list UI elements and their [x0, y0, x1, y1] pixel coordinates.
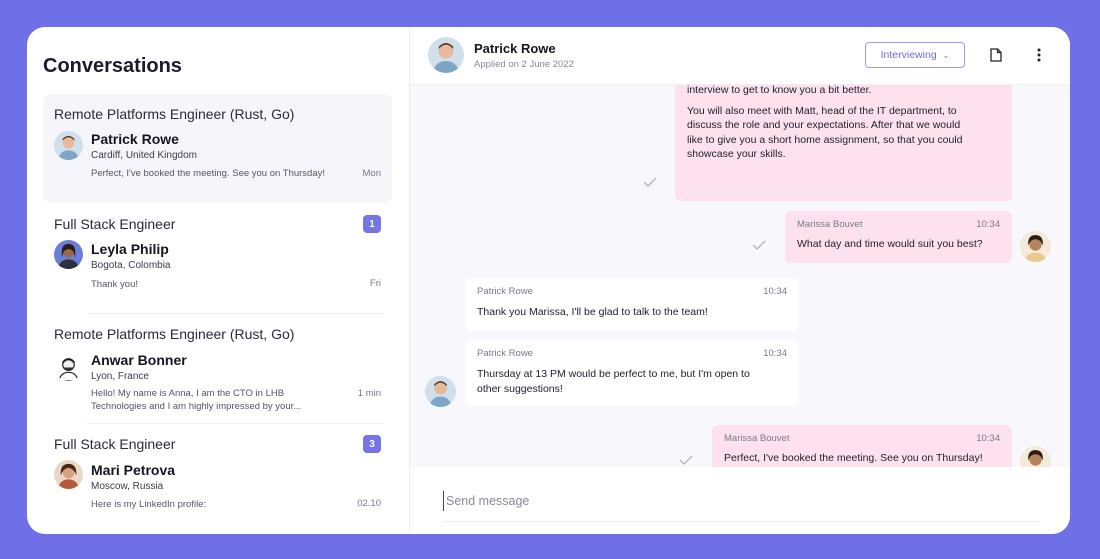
message-time: Mon — [362, 168, 381, 179]
message-bubble-incoming: Patrick Rowe 10:34 Thank you Marissa, I'… — [465, 278, 799, 331]
conversation-job-title: Remote Platforms Engineer (Rust, Go) — [54, 326, 295, 342]
status-dropdown-value: Interviewing — [880, 49, 937, 61]
check-icon — [679, 455, 693, 465]
chat-panel: Patrick Rowe Applied on 2 June 2022 Inte… — [410, 27, 1070, 534]
unread-badge: 1 — [363, 215, 381, 233]
divider — [87, 423, 384, 424]
avatar — [54, 131, 83, 160]
conversation-item[interactable]: Remote Platforms Engineer (Rust, Go) Anw… — [43, 317, 392, 421]
message-text-line: You will also meet with Matt, head of th… — [687, 104, 957, 117]
message-preview: Here is my LinkedIn profile: — [91, 499, 207, 510]
message-text: Perfect, I've booked the meeting. See yo… — [724, 452, 983, 464]
sidebar-title: Conversations — [43, 55, 182, 77]
divider — [443, 521, 1040, 522]
message-text-line: showcase your skills. — [687, 148, 786, 160]
avatar[interactable] — [428, 37, 464, 73]
message-text-line: Thursday at 13 PM would be perfect to me… — [477, 368, 750, 380]
message-composer — [410, 467, 1070, 534]
conversation-item[interactable]: Full Stack Engineer 1 Leyla Philip Bogot… — [43, 207, 392, 311]
message-text: What day and time would suit you best? — [797, 238, 983, 250]
more-vertical-icon[interactable] — [1029, 45, 1049, 65]
conversation-item[interactable]: Full Stack Engineer 3 Mari Petrova Mosco… — [43, 427, 392, 531]
sender-name: Patrick Rowe — [477, 286, 533, 297]
sender-name: Patrick Rowe — [477, 348, 533, 359]
message-text-line: discuss the role and your expectations. … — [687, 119, 961, 131]
message-preview: Thank you! — [91, 279, 138, 290]
contact-location: Bogota, Colombia — [91, 260, 171, 271]
message-time: 10:34 — [763, 286, 787, 297]
unread-badge: 3 — [363, 435, 381, 453]
chat-header: Patrick Rowe Applied on 2 June 2022 Inte… — [410, 27, 1070, 85]
avatar — [1020, 231, 1051, 262]
message-time: Fri — [369, 278, 381, 289]
contact-location: Moscow, Russia — [91, 481, 164, 492]
message-input[interactable] — [443, 491, 1033, 511]
contact-location: Cardiff, United Kingdom — [91, 150, 197, 161]
message-text-line: like to give you a short home assignment… — [687, 133, 963, 146]
sender-name: Marissa Bouvet — [797, 219, 863, 230]
check-icon — [643, 177, 657, 187]
message-bubble-incoming: Patrick Rowe 10:34 Thursday at 13 PM wou… — [465, 340, 799, 406]
message-time: 02.10 — [357, 498, 381, 509]
check-icon — [752, 240, 766, 250]
conversation-sidebar: Conversations Remote Platforms Engineer … — [27, 27, 410, 534]
divider — [87, 313, 384, 314]
contact-name: Mari Petrova — [91, 462, 176, 478]
message-time: 10:34 — [976, 219, 1000, 230]
conversation-job-title: Remote Platforms Engineer (Rust, Go) — [54, 106, 295, 122]
contact-location: Lyon, France — [91, 371, 149, 382]
message-bubble-outgoing: Marissa Bouvet 10:34 Perfect, I've booke… — [712, 425, 1012, 467]
avatar — [425, 376, 456, 407]
message-bubble-outgoing: interview to get to know you a bit bette… — [675, 85, 1012, 201]
message-text-line: interview to get to know you a bit bette… — [687, 85, 872, 96]
avatar — [1020, 446, 1051, 467]
avatar — [54, 352, 83, 381]
conversation-job-title: Full Stack Engineer — [54, 216, 176, 232]
document-icon[interactable] — [986, 45, 1006, 65]
message-text: Thank you Marissa, I'll be glad to talk … — [477, 306, 708, 318]
message-time: 10:34 — [763, 348, 787, 359]
status-dropdown[interactable]: Interviewing ⌄ — [865, 42, 965, 68]
avatar — [54, 460, 83, 489]
message-text-line: other suggestions! — [477, 382, 563, 395]
conversation-item[interactable]: Remote Platforms Engineer (Rust, Go) Pat… — [43, 94, 392, 203]
message-time: 1 min — [357, 388, 381, 399]
contact-name: Patrick Rowe — [91, 131, 179, 147]
applied-date: Applied on 2 June 2022 — [474, 59, 574, 70]
sender-name: Marissa Bouvet — [724, 433, 790, 444]
avatar — [54, 240, 83, 269]
candidate-name: Patrick Rowe — [474, 41, 556, 56]
message-bubble-outgoing: Marissa Bouvet 10:34 What day and time w… — [785, 211, 1012, 263]
message-preview: Hello! My name is Anna, I am the CTO in … — [91, 388, 302, 412]
app-window: Conversations Remote Platforms Engineer … — [27, 27, 1070, 534]
contact-name: Leyla Philip — [91, 241, 169, 257]
conversation-job-title: Full Stack Engineer — [54, 436, 176, 452]
message-preview: Perfect, I've booked the meeting. See yo… — [91, 168, 326, 179]
message-list: interview to get to know you a bit bette… — [410, 85, 1070, 467]
message-time: 10:34 — [976, 433, 1000, 444]
contact-name: Anwar Bonner — [91, 352, 187, 368]
chevron-down-icon: ⌄ — [942, 50, 950, 60]
